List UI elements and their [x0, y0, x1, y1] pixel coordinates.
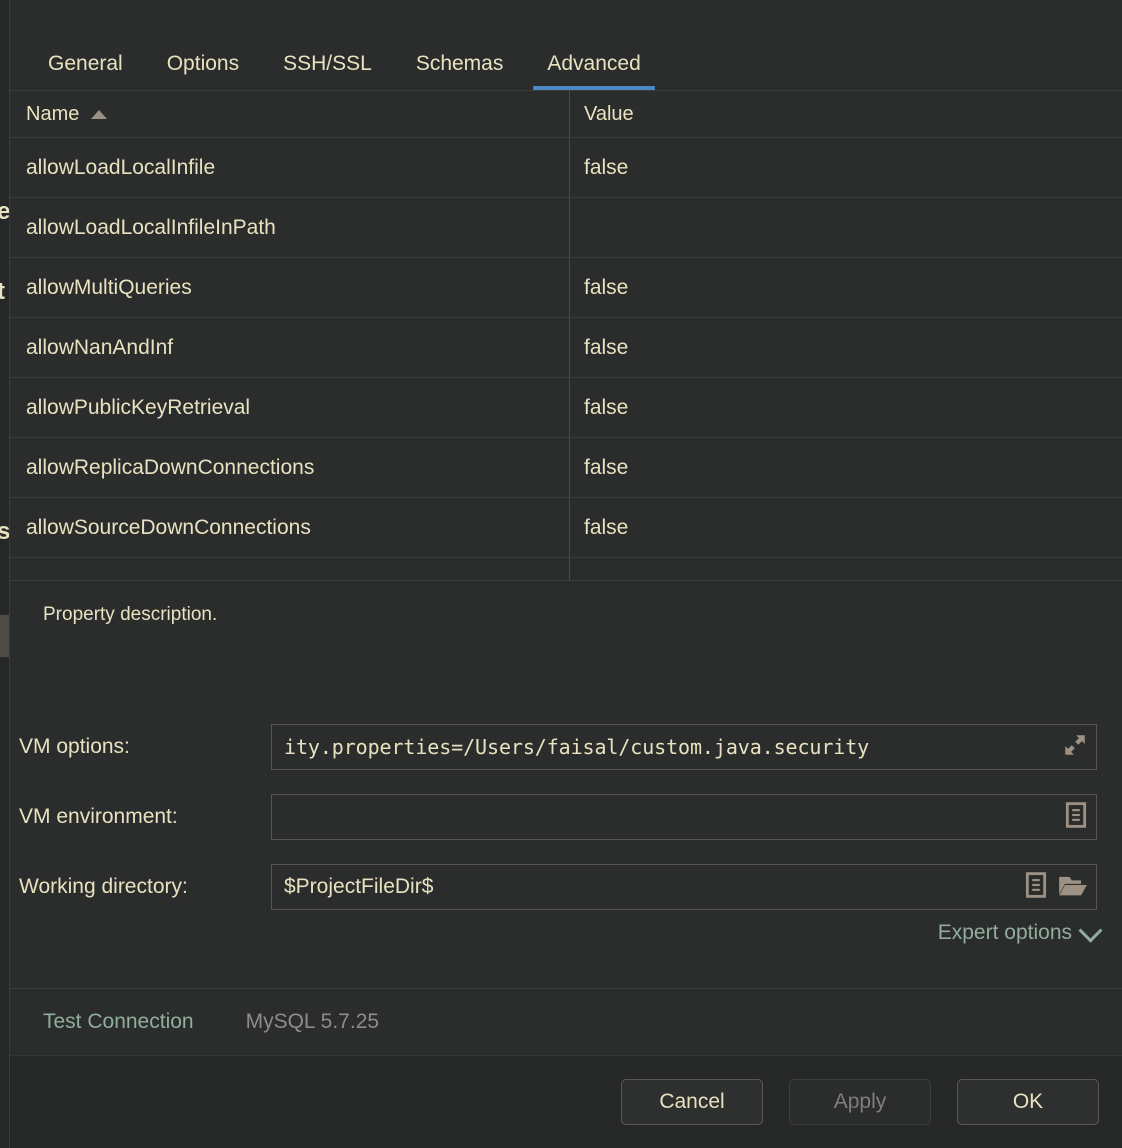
- table-row[interactable]: allowReplicaDownConnections false: [10, 438, 1122, 498]
- property-name-cell[interactable]: allowPublicKeyRetrieval: [10, 378, 570, 437]
- property-value: false: [584, 455, 629, 479]
- working-directory-label: Working directory:: [19, 875, 188, 898]
- property-name-cell[interactable]: allowReplicaDownConnections: [10, 438, 570, 497]
- property-value-cell[interactable]: false: [570, 378, 1122, 437]
- property-value-cell[interactable]: false: [570, 438, 1122, 497]
- working-directory-value: $ProjectFileDir$: [284, 875, 434, 898]
- property-name: allowReplicaDownConnections: [26, 455, 315, 479]
- variables-list-icon[interactable]: [1024, 871, 1048, 903]
- property-value: false: [584, 155, 629, 179]
- property-value: false: [584, 515, 629, 539]
- table-row[interactable]: allowLoadLocalInfile false: [10, 138, 1122, 198]
- property-name-cell[interactable]: allowMultiQueries: [10, 258, 570, 317]
- open-folder-icon[interactable]: [1058, 872, 1088, 903]
- column-header-name[interactable]: Name: [10, 91, 570, 137]
- property-name-cell[interactable]: [10, 558, 570, 580]
- table-header-row: Name Value: [10, 91, 1122, 138]
- tab-label: Advanced: [547, 52, 641, 75]
- background-text-fragment: t: [0, 278, 5, 305]
- property-name: allowLoadLocalInfileInPath: [26, 215, 276, 239]
- property-value-cell[interactable]: [570, 558, 1122, 580]
- dialog-status-bar: Test Connection MySQL 5.7.25: [10, 988, 1122, 1055]
- tab-label: Schemas: [415, 52, 504, 75]
- property-value: false: [584, 335, 629, 359]
- property-value-cell[interactable]: false: [570, 138, 1122, 197]
- table-row[interactable]: allowNanAndInf false: [10, 318, 1122, 378]
- sort-ascending-triangle-icon: [91, 109, 108, 119]
- table-row[interactable]: allowMultiQueries false: [10, 258, 1122, 318]
- tab-ssh-ssl[interactable]: SSH/SSL: [261, 53, 394, 90]
- property-value-cell[interactable]: [570, 198, 1122, 257]
- background-window-sliver: e t s: [0, 0, 9, 1148]
- chevron-down-icon: [1078, 918, 1103, 943]
- vm-options-label: VM options:: [19, 735, 130, 758]
- ok-button[interactable]: OK: [957, 1079, 1099, 1125]
- background-text-fragment: s: [0, 518, 9, 545]
- dialog-body: General Options SSH/SSL Schemas Advanced: [9, 0, 1122, 1148]
- property-name-cell[interactable]: allowLoadLocalInfileInPath: [10, 198, 570, 257]
- vm-environment-label: VM environment:: [19, 805, 178, 828]
- background-text-fragment: e: [0, 198, 9, 225]
- tab-options[interactable]: Options: [145, 53, 261, 90]
- apply-button[interactable]: Apply: [789, 1079, 931, 1125]
- advanced-properties-table[interactable]: Name Value allowLoadLocalInfile false al…: [10, 90, 1122, 580]
- vm-environment-row: VM environment:: [19, 794, 1099, 840]
- property-name-cell[interactable]: allowNanAndInf: [10, 318, 570, 377]
- property-value: false: [584, 395, 629, 419]
- column-header-value-label: Value: [584, 102, 634, 125]
- connection-settings-dialog: e t s General Options SSH/SSL Schemas Ad…: [0, 0, 1122, 1148]
- vm-options-row: VM options: ity.properties=/Users/faisal…: [19, 724, 1099, 770]
- tab-label: General: [48, 52, 123, 75]
- property-name: allowSourceDownConnections: [26, 515, 311, 539]
- expand-arrows-icon[interactable]: [1062, 732, 1088, 763]
- table-row-clipped[interactable]: [10, 558, 1122, 580]
- expert-options-link[interactable]: Expert options: [937, 918, 1103, 945]
- tab-advanced[interactable]: Advanced: [525, 53, 662, 90]
- property-name: allowLoadLocalInfile: [26, 155, 216, 179]
- table-row[interactable]: allowPublicKeyRetrieval false: [10, 378, 1122, 438]
- variables-list-icon[interactable]: [1064, 801, 1088, 833]
- column-header-name-label: Name: [26, 102, 80, 125]
- property-value-cell[interactable]: false: [570, 498, 1122, 557]
- vm-options-field[interactable]: ity.properties=/Users/faisal/custom.java…: [271, 724, 1097, 770]
- property-value-cell[interactable]: false: [570, 258, 1122, 317]
- vm-environment-field[interactable]: [271, 794, 1097, 840]
- property-name: allowMultiQueries: [26, 275, 192, 299]
- table-row[interactable]: allowLoadLocalInfileInPath: [10, 198, 1122, 258]
- tab-general[interactable]: General: [26, 53, 145, 90]
- tab-label: Options: [166, 52, 240, 75]
- property-description: Property description.: [43, 604, 218, 625]
- property-details-panel: Property description. VM options: ity.pr…: [10, 580, 1122, 988]
- column-header-value[interactable]: Value: [570, 91, 1122, 137]
- working-directory-field[interactable]: $ProjectFileDir$: [271, 864, 1097, 910]
- working-directory-row: Working directory: $ProjectFileDir$: [19, 864, 1099, 910]
- property-name-cell[interactable]: allowSourceDownConnections: [10, 498, 570, 557]
- vm-options-value: ity.properties=/Users/faisal/custom.java…: [284, 735, 870, 759]
- table-row[interactable]: allowSourceDownConnections false: [10, 498, 1122, 558]
- tab-label: SSH/SSL: [283, 52, 372, 75]
- dialog-button-bar: Cancel Apply OK: [10, 1055, 1122, 1148]
- test-connection-link[interactable]: Test Connection: [43, 1010, 194, 1034]
- property-value: false: [584, 275, 629, 299]
- tab-schemas[interactable]: Schemas: [394, 53, 526, 90]
- property-value-cell[interactable]: false: [570, 318, 1122, 377]
- property-name: allowNanAndInf: [26, 335, 174, 359]
- cancel-button[interactable]: Cancel: [621, 1079, 763, 1125]
- settings-tab-bar: General Options SSH/SSL Schemas Advanced: [10, 0, 1122, 90]
- property-name: allowPublicKeyRetrieval: [26, 395, 251, 419]
- database-version-label: MySQL 5.7.25: [245, 1010, 380, 1033]
- expert-options-label: Expert options: [937, 921, 1072, 944]
- background-scrollbar-thumb[interactable]: [0, 615, 9, 657]
- property-name-cell[interactable]: allowLoadLocalInfile: [10, 138, 570, 197]
